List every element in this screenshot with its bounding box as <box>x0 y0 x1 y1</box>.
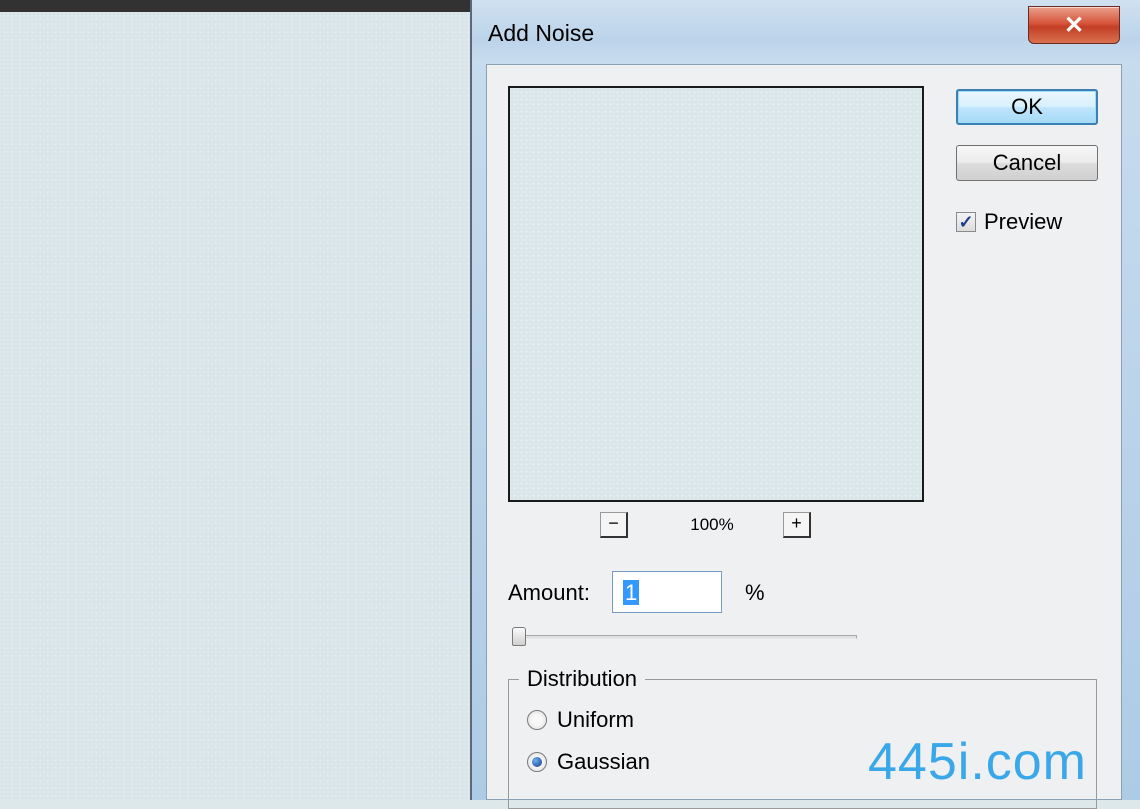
amount-label: Amount: <box>508 580 590 605</box>
dialog-client-area: − 100% + OK Cancel ✓ Preview Amount: 1 %… <box>486 64 1122 809</box>
preview-checkbox-row[interactable]: ✓ Preview <box>956 209 1062 235</box>
gaussian-label: Gaussian <box>557 749 650 774</box>
close-icon: ✕ <box>1063 11 1085 39</box>
zoom-in-button[interactable]: + <box>783 512 811 538</box>
preview-checkbox[interactable]: ✓ <box>956 212 976 232</box>
amount-slider-track[interactable] <box>517 635 857 639</box>
amount-value: 1 <box>623 580 640 605</box>
amount-slider-thumb[interactable] <box>512 627 526 646</box>
amount-input[interactable]: 1 <box>612 571 722 613</box>
radio-row-gaussian[interactable]: Gaussian <box>527 749 650 775</box>
dialog-title: Add Noise <box>488 20 595 46</box>
preview-checkbox-label: Preview <box>984 209 1063 234</box>
zoom-out-button[interactable]: − <box>600 512 628 538</box>
distribution-legend: Distribution <box>519 666 646 692</box>
close-button[interactable]: ✕ <box>1028 6 1120 44</box>
amount-unit: % <box>745 580 765 605</box>
watermark-text: 445i.com <box>868 733 1087 791</box>
document-canvas[interactable] <box>0 12 470 800</box>
uniform-radio[interactable] <box>527 710 547 730</box>
radio-dot-icon <box>532 757 542 767</box>
gaussian-radio[interactable] <box>527 752 547 772</box>
zoom-level: 100% <box>690 515 734 534</box>
preview-window[interactable] <box>508 86 924 502</box>
radio-row-uniform[interactable]: Uniform <box>527 707 634 733</box>
ok-button[interactable]: OK <box>956 89 1098 125</box>
checkmark-icon: ✓ <box>958 212 974 232</box>
cancel-button[interactable]: Cancel <box>956 145 1098 181</box>
uniform-label: Uniform <box>557 707 635 732</box>
add-noise-dialog: Add Noise ✕ − 100% + OK Cancel ✓ Preview… <box>470 0 1140 809</box>
